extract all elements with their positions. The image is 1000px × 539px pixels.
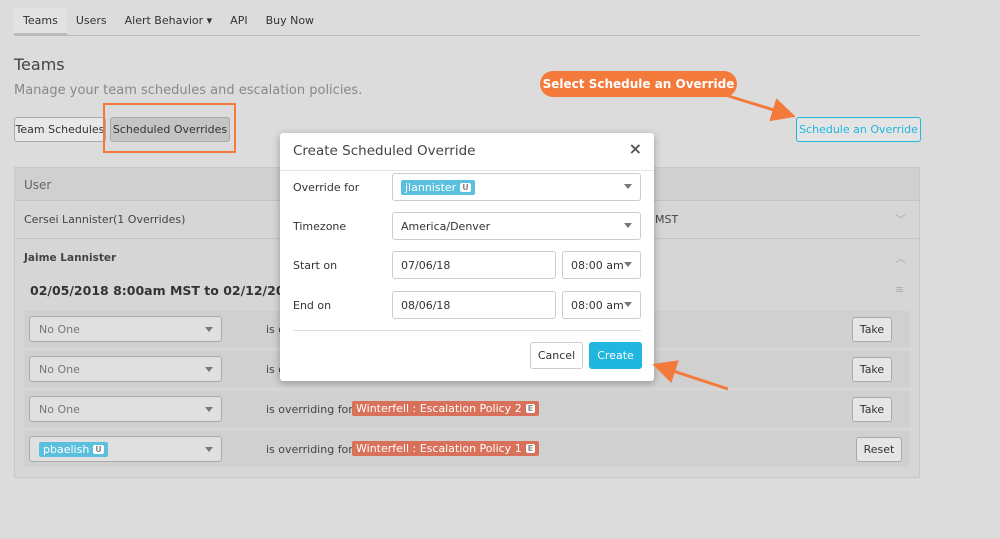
annotation-arrows	[652, 92, 796, 391]
arrow-to-create-button	[652, 360, 729, 391]
arrow-to-schedule-button	[721, 92, 796, 122]
